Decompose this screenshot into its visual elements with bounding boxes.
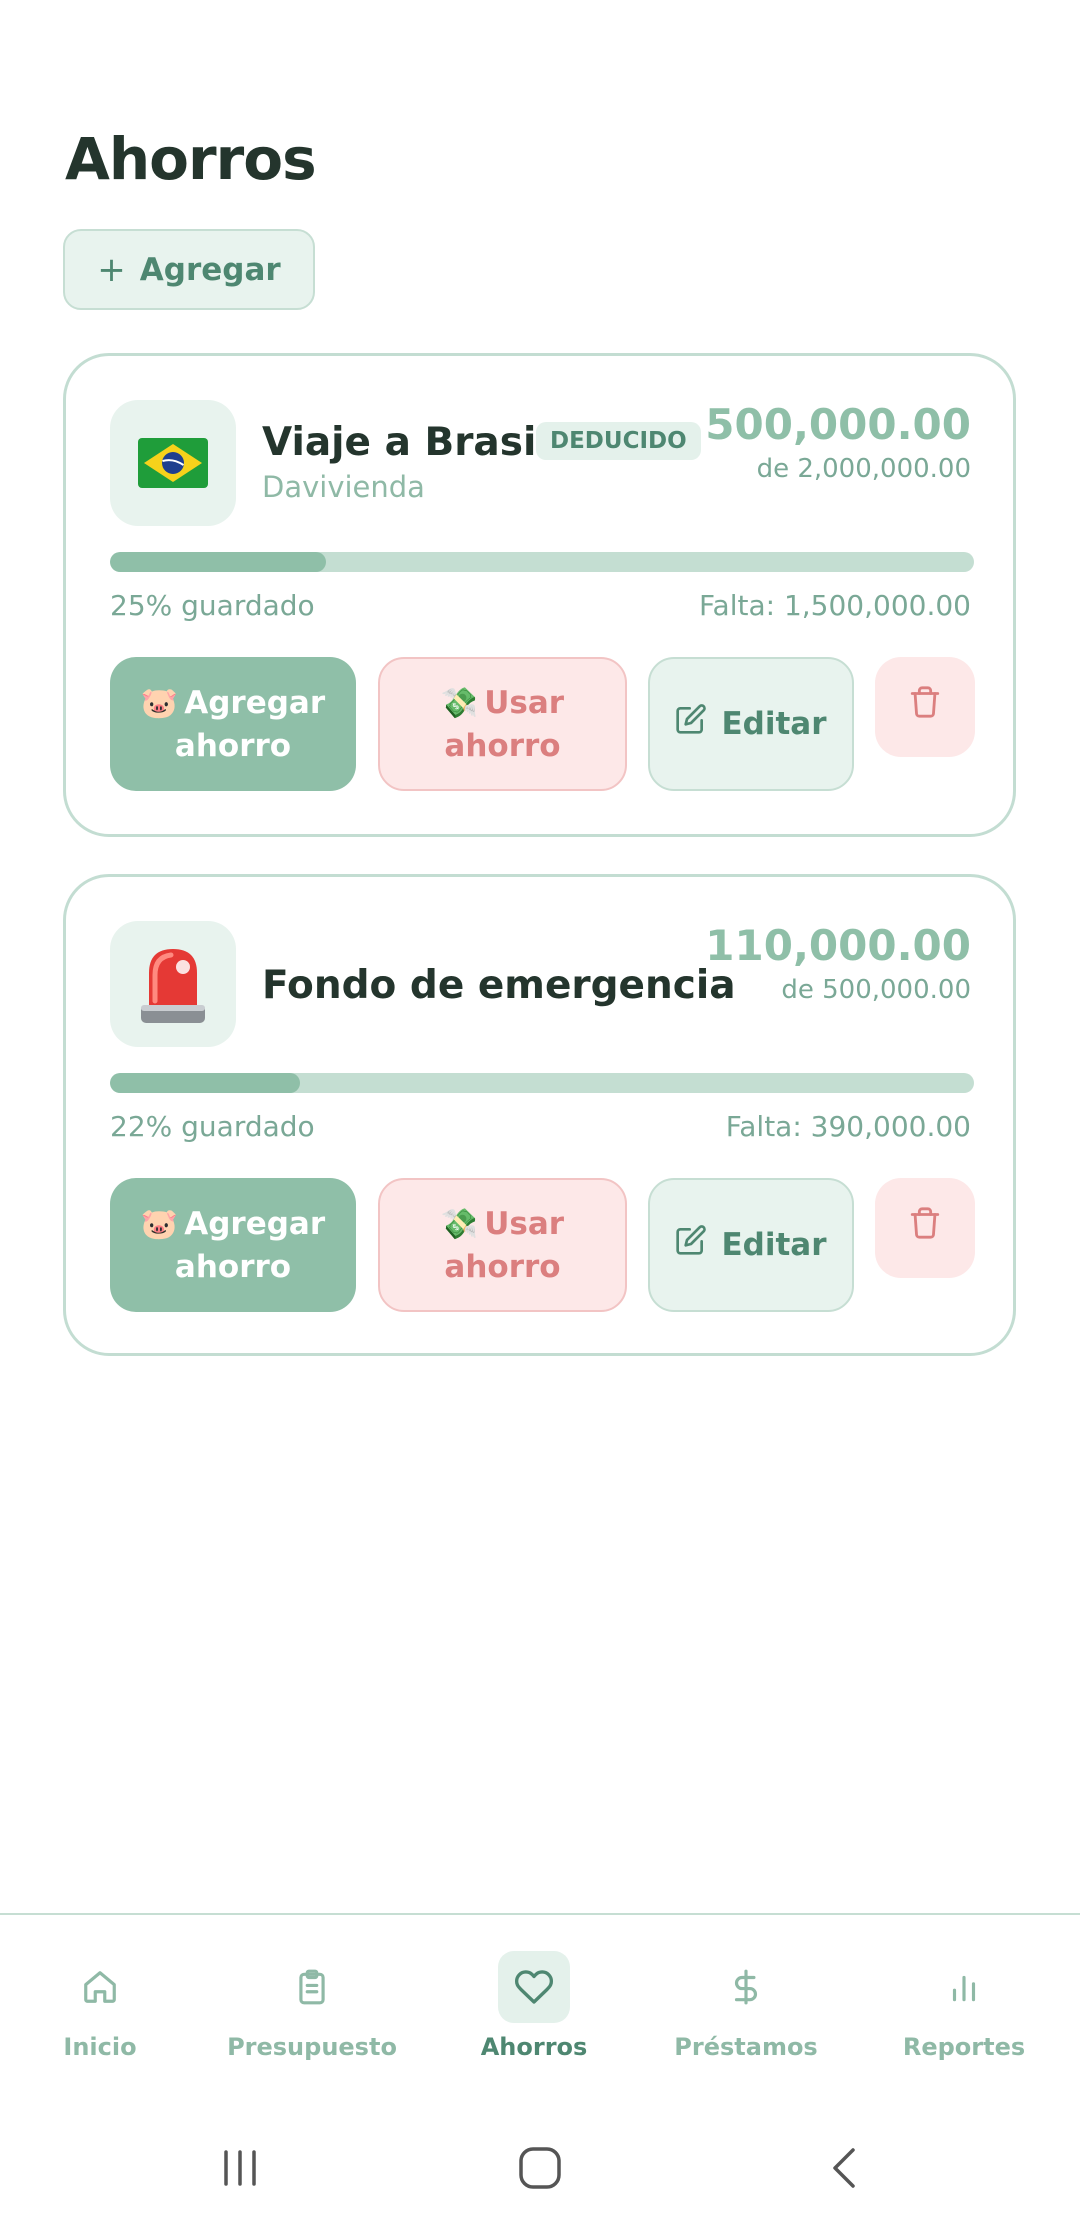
progress-fill bbox=[110, 1073, 301, 1093]
remaining-amount: Falta: 390,000.00 bbox=[725, 1110, 971, 1143]
add-saving-label: Agregar ahorro bbox=[174, 1205, 326, 1285]
recent-apps-icon[interactable] bbox=[200, 2138, 280, 2198]
nav-label: Préstamos bbox=[674, 2033, 818, 2061]
home-button-icon[interactable] bbox=[500, 2138, 580, 2198]
plus-icon: + bbox=[97, 249, 126, 290]
home-icon bbox=[64, 1951, 136, 2023]
bar-chart-icon bbox=[928, 1951, 1000, 2023]
add-saving-button[interactable]: 🐷 Agregar ahorro bbox=[110, 657, 356, 791]
nav-item-ahorros[interactable]: Ahorros bbox=[434, 1951, 634, 2061]
add-saving-button[interactable]: 🐷 Agregar ahorro bbox=[110, 1178, 356, 1312]
heart-icon bbox=[498, 1951, 570, 2023]
edit-icon bbox=[675, 703, 707, 746]
edit-button[interactable]: Editar bbox=[648, 657, 854, 791]
saved-percent: 25% guardado bbox=[110, 589, 315, 622]
money-icon: 💸 bbox=[440, 685, 479, 721]
bottom-nav: Inicio Presupuesto Ahorros Préstamos Rep… bbox=[0, 1913, 1080, 2120]
goal-amount: de 500,000.00 bbox=[781, 975, 971, 1005]
progress-bar bbox=[110, 552, 974, 572]
edit-button[interactable]: Editar bbox=[648, 1178, 854, 1312]
edit-icon bbox=[675, 1224, 707, 1267]
add-saving-goal-button[interactable]: + Agregar bbox=[63, 229, 315, 310]
remaining-amount: Falta: 1,500,000.00 bbox=[699, 589, 971, 622]
saving-card: Fondo de emergencia 110,000.00 de 500,00… bbox=[63, 874, 1016, 1356]
nav-item-prestamos[interactable]: Préstamos bbox=[646, 1951, 846, 2061]
deducted-badge: DEDUCIDO bbox=[536, 422, 701, 460]
trash-icon bbox=[908, 1206, 942, 1251]
nav-label: Presupuesto bbox=[227, 2033, 397, 2061]
saved-percent: 22% guardado bbox=[110, 1110, 315, 1143]
bank-name: Davivienda bbox=[262, 470, 425, 504]
goal-amount: de 2,000,000.00 bbox=[756, 454, 971, 484]
delete-button[interactable] bbox=[875, 1178, 975, 1278]
nav-label: Inicio bbox=[63, 2033, 137, 2061]
add-button-label: Agregar bbox=[139, 251, 281, 288]
progress-fill bbox=[110, 552, 326, 572]
saved-amount: 500,000.00 bbox=[705, 400, 971, 449]
pig-icon: 🐷 bbox=[140, 1206, 179, 1242]
siren-icon bbox=[110, 921, 236, 1047]
trash-icon bbox=[908, 685, 942, 730]
nav-label: Reportes bbox=[902, 2033, 1026, 2061]
brazil-flag-icon bbox=[110, 400, 236, 526]
system-nav-bar bbox=[0, 2118, 1080, 2220]
back-icon[interactable] bbox=[805, 2138, 885, 2198]
clipboard-icon bbox=[276, 1951, 348, 2023]
saving-card: Viaje a Brasil DEDUCIDO Davivienda 500,0… bbox=[63, 353, 1016, 837]
dollar-icon bbox=[710, 1951, 782, 2023]
add-saving-label: Agregar ahorro bbox=[174, 684, 326, 764]
saving-name: Fondo de emergencia bbox=[262, 963, 736, 1008]
nav-label: Ahorros bbox=[480, 2033, 588, 2061]
use-saving-button[interactable]: 💸 Usar ahorro bbox=[378, 657, 627, 791]
page-title: Ahorros bbox=[65, 125, 317, 193]
nav-item-inicio[interactable]: Inicio bbox=[0, 1951, 200, 2061]
saving-name: Viaje a Brasil bbox=[262, 420, 550, 465]
progress-bar bbox=[110, 1073, 974, 1093]
edit-label: Editar bbox=[721, 1227, 827, 1263]
delete-button[interactable] bbox=[875, 657, 975, 757]
pig-icon: 🐷 bbox=[140, 685, 179, 721]
saved-amount: 110,000.00 bbox=[705, 921, 971, 970]
nav-item-reportes[interactable]: Reportes bbox=[864, 1951, 1064, 2061]
edit-label: Editar bbox=[721, 706, 827, 742]
nav-item-presupuesto[interactable]: Presupuesto bbox=[212, 1951, 412, 2061]
use-saving-button[interactable]: 💸 Usar ahorro bbox=[378, 1178, 627, 1312]
money-icon: 💸 bbox=[440, 1206, 479, 1242]
